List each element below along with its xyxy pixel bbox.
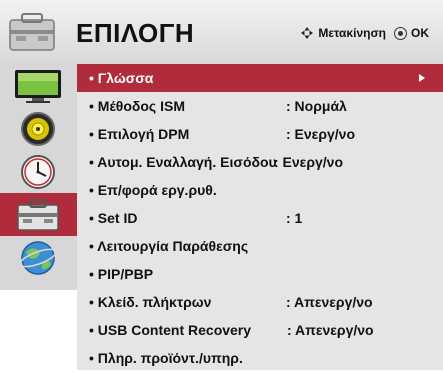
- dpad-icon: [301, 27, 314, 39]
- menu-item-auto-input-switch[interactable]: • Αυτομ. Εναλλαγή. Εισόδου : Ενεργ/νο: [77, 148, 443, 176]
- settings-toolbox-icon: [6, 10, 58, 54]
- menu-item-language[interactable]: • Γλώσσα: [77, 64, 443, 92]
- category-time[interactable]: [0, 150, 76, 193]
- navigation-hint: Μετακίνηση OK: [300, 26, 429, 40]
- menu-item-dpm-select[interactable]: • Επιλογή DPM : Ενεργ/νο: [77, 120, 443, 148]
- menu-item-label: • Αυτομ. Εναλλαγή. Εισόδου: [89, 154, 277, 170]
- chevron-right-icon: [419, 74, 425, 82]
- category-sidebar: [0, 64, 78, 290]
- category-audio[interactable]: [0, 107, 76, 150]
- menu-item-label: • Επιλογή DPM: [89, 126, 190, 142]
- menu-item-label: • PIP/PBP: [89, 266, 154, 282]
- time-clock-icon: [21, 154, 55, 189]
- menu-item-key-lock[interactable]: • Κλείδ. πλήκτρων : Απενεργ/νο: [77, 288, 443, 316]
- network-globe-icon: [19, 240, 57, 275]
- menu-item-ism-method[interactable]: • Μέθοδος ISM : Νορμάλ: [77, 92, 443, 120]
- option-toolbox-icon: [17, 198, 59, 231]
- menu-item-product-service-info[interactable]: • Πληρ. προϊόντ./υπηρ.: [77, 344, 443, 372]
- ok-button-icon: [394, 26, 407, 40]
- menu-item-label: • USB Content Recovery: [89, 322, 252, 338]
- menu-item-usb-content-recovery[interactable]: • USB Content Recovery : Απενεργ/νο: [77, 316, 443, 344]
- menu-item-label: • Πληρ. προϊόντ./υπηρ.: [89, 350, 243, 366]
- audio-speaker-icon: [21, 111, 55, 146]
- ok-hint-label: OK: [411, 26, 429, 40]
- menu-item-value: : Απενεργ/νο: [286, 294, 373, 310]
- menu-item-tile-mode[interactable]: • Λειτουργία Παράθεσης: [77, 232, 443, 260]
- menu-item-label: • Κλείδ. πλήκτρων: [89, 294, 212, 310]
- menu-item-label: • Μέθοδος ISM: [89, 98, 185, 114]
- menu-header: ΕΠΙΛΟΓΗ Μετακίνηση OK: [0, 0, 443, 65]
- page-title: ΕΠΙΛΟΓΗ: [76, 18, 195, 48]
- menu-item-value: : Νορμάλ: [286, 98, 347, 114]
- nav-hint-label: Μετακίνηση: [318, 26, 386, 40]
- menu-item-value: : 1: [286, 210, 303, 226]
- menu-item-label: • Γλώσσα: [89, 70, 154, 86]
- menu-item-value: : Ενεργ/νο: [286, 126, 355, 142]
- category-option[interactable]: [0, 193, 77, 236]
- picture-tv-icon: [15, 69, 61, 103]
- menu-item-set-id[interactable]: • Set ID : 1: [77, 204, 443, 232]
- category-network[interactable]: [0, 236, 76, 279]
- menu-item-label: • Επ/φορά εργ.ρυθ.: [89, 182, 217, 198]
- menu-item-factory-reset[interactable]: • Επ/φορά εργ.ρυθ.: [77, 176, 443, 204]
- option-menu-list: • Γλώσσα • Μέθοδος ISM : Νορμάλ • Επιλογ…: [77, 64, 443, 370]
- menu-item-label: • Λειτουργία Παράθεσης: [89, 238, 249, 254]
- osd-menu: ΕΠΙΛΟΓΗ Μετακίνηση OK • Γλώσσα • Μέθοδος…: [0, 0, 443, 370]
- category-picture[interactable]: [0, 64, 76, 107]
- menu-item-label: • Set ID: [89, 210, 138, 226]
- menu-item-value: : Απενεργ/νο: [287, 322, 374, 338]
- menu-item-value: : Ενεργ/νο: [274, 154, 343, 170]
- menu-item-pip-pbp[interactable]: • PIP/PBP: [77, 260, 443, 288]
